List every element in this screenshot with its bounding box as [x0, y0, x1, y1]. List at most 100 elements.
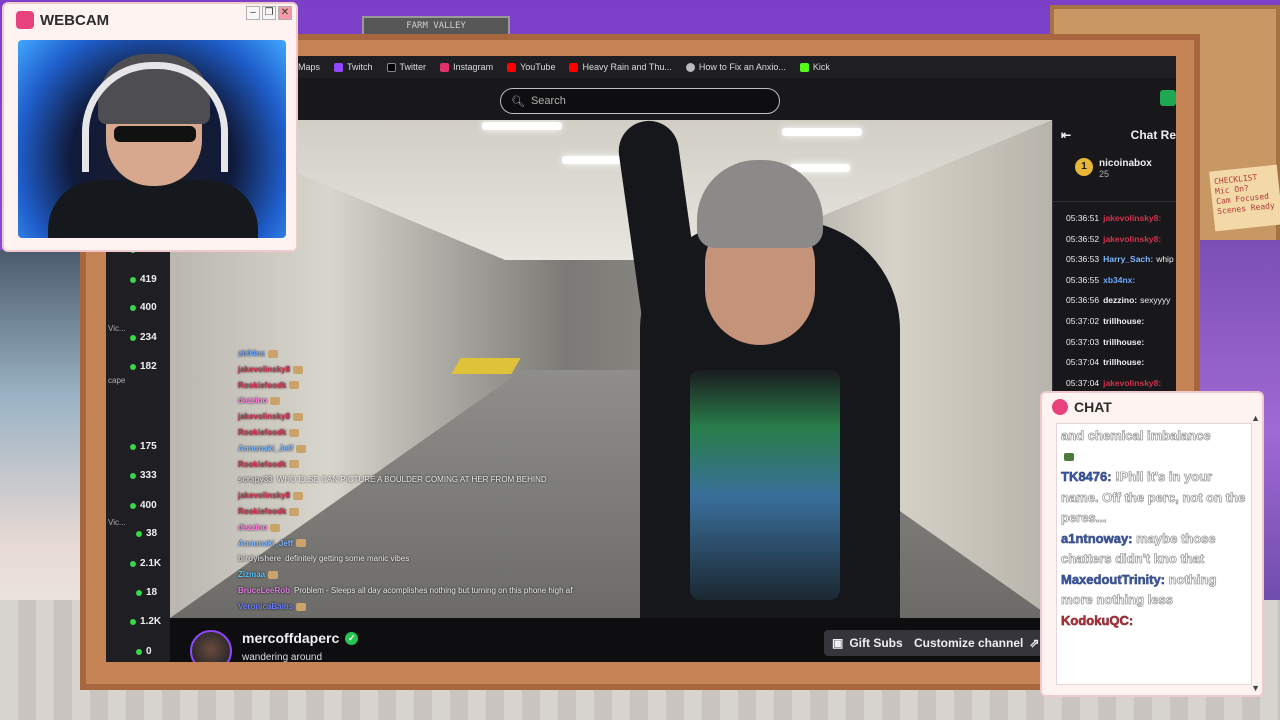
bookmark-kick[interactable]: Kick — [799, 62, 830, 72]
message-text: sexyyyy — [1140, 295, 1171, 306]
channel-label: Vic... — [108, 518, 126, 527]
bookmark-twitch[interactable]: Twitch — [334, 62, 373, 72]
video-player[interactable]: zb04nc jakevolinsky8 Rookiefoodk dezzino jak… — [170, 120, 1052, 618]
x-icon — [386, 62, 396, 72]
chat-overlay-line: a1ntnoway: maybe those chatters didn't k… — [1061, 529, 1247, 570]
youtube-icon — [507, 62, 517, 72]
chat-message[interactable]: 05:36:56 dezzino: sexyyyy — [1053, 290, 1176, 311]
chat-message[interactable]: 05:37:04 trillhouse: — [1053, 352, 1176, 373]
overlay-chat-line: Annunaki_Jeff — [238, 536, 658, 552]
chat-message[interactable]: 05:36:51 jakevolinsky8: — [1053, 208, 1176, 229]
ceiling-light — [482, 122, 562, 130]
overlay-chat-line: VeronicaBains — [238, 599, 658, 615]
gift-subs-button[interactable]: ▣ Gift Subs — [824, 630, 911, 656]
scroll-up-icon[interactable]: ▲ — [1251, 413, 1260, 423]
message-username[interactable]: dezzino: — [1103, 295, 1137, 305]
viewer-count[interactable]: 38 — [136, 528, 157, 539]
scroll-down-icon[interactable]: ▼ — [1251, 683, 1260, 693]
message-username[interactable]: jakevolinsky8: — [1103, 213, 1161, 223]
bookmark-heavy-rain[interactable]: Heavy Rain and Thu... — [569, 62, 672, 72]
chat-message[interactable]: 05:36:55 xb34nx: — [1053, 270, 1176, 291]
viewer-count[interactable]: 1.2K — [130, 616, 161, 627]
instagram-icon — [440, 62, 450, 72]
leaderboard-name: nicoinabox — [1099, 158, 1152, 169]
emote-icon — [268, 349, 279, 358]
chat-overlay-line: KodokuQC: — [1061, 611, 1247, 632]
message-username[interactable]: Harry_Sach: — [1103, 254, 1153, 264]
chat-message[interactable]: 05:36:53 Harry_Sach: whip — [1053, 249, 1176, 270]
twitch-icon — [334, 62, 344, 72]
overlay-chat-text: Problem - Sleeps all day acomplishes not… — [294, 585, 573, 595]
message-username[interactable]: jakevolinsky8: — [1103, 234, 1161, 244]
bookmark-instagram[interactable]: Instagram — [440, 62, 493, 72]
window-controls: – ❐ ✕ — [246, 6, 292, 20]
external-link-icon: ⇗ — [1029, 636, 1040, 650]
message-timestamp: 05:36:52 — [1066, 233, 1100, 244]
channel-name[interactable]: mercoffdaperc ✓ — [242, 630, 359, 646]
bookmark-maps[interactable]: Maps — [298, 62, 320, 72]
viewer-count[interactable]: 333 — [130, 470, 157, 481]
message-username[interactable]: trillhouse: — [1103, 337, 1144, 347]
message-timestamp: 05:36:53 — [1066, 254, 1100, 265]
viewer-count[interactable]: 18 — [136, 587, 157, 598]
emote-icon — [289, 460, 300, 469]
leaderboard-pinned[interactable]: 1 nicoinabox 25 — [1053, 150, 1176, 202]
viewer-count[interactable]: 400 — [130, 302, 157, 313]
message-username[interactable]: trillhouse: — [1103, 357, 1144, 367]
extension-icon[interactable] — [1160, 90, 1176, 106]
overlay-chat-username: dezzino — [238, 396, 268, 406]
viewer-count[interactable]: 0 — [136, 646, 152, 657]
overlay-chat-username: jakevolinsky8 — [238, 364, 291, 374]
minimize-button[interactable]: – — [246, 6, 260, 20]
search-input[interactable]: 🔍︎ Search — [500, 88, 780, 114]
chat-title: Chat Re — [1130, 128, 1176, 142]
viewer-count[interactable]: 2.1K — [130, 558, 161, 569]
overlay-chat-username: Annunaki_Jeff — [238, 443, 294, 453]
overlay-chat-line: jakevolinsky8 — [238, 362, 658, 378]
gift-icon: ▣ — [832, 636, 844, 650]
chat-message[interactable]: 05:36:52 jakevolinsky8: — [1053, 229, 1176, 250]
maximize-button[interactable]: ❐ — [262, 6, 276, 20]
overlay-chat-line: BruceLeeRob Problem - Sleeps all day acom… — [238, 583, 658, 599]
message-timestamp: 05:36:55 — [1066, 274, 1100, 285]
overlay-chat-line: dezzino — [238, 393, 658, 409]
viewer-count[interactable]: 182 — [130, 361, 157, 372]
message-username[interactable]: trillhouse: — [1103, 316, 1144, 326]
bookmark-anxiety[interactable]: How to Fix an Anxio... — [685, 62, 786, 72]
viewer-count[interactable]: 400 — [130, 500, 157, 511]
avatar[interactable] — [190, 630, 232, 662]
emote-icon — [270, 523, 281, 532]
viewer-count[interactable]: 234 — [130, 332, 157, 343]
viewer-count[interactable]: 419 — [130, 274, 157, 285]
emote-icon — [293, 413, 304, 422]
chat-overlay-messages: and chemical imbalance TK8476: !Phil it's… — [1056, 423, 1252, 685]
overlay-chat-line: Annunaki_Jeff — [238, 441, 658, 457]
kick-icon — [799, 62, 809, 72]
chat-message[interactable]: 05:37:02 trillhouse: — [1053, 311, 1176, 332]
overlay-chat-line: jakevolinsky8 — [238, 409, 658, 425]
viewer-count[interactable]: 175 — [130, 441, 157, 452]
chat-overlay-username: KodokuQC: — [1061, 612, 1134, 628]
message-username[interactable]: jakevolinsky8: — [1103, 378, 1161, 388]
overlay-chat-username: Zizmaa — [238, 570, 266, 580]
customize-channel-button[interactable]: Customize channel ⇗ — [906, 630, 1048, 656]
overlay-chat-username: scrapy33 — [238, 475, 273, 485]
message-timestamp: 05:37:03 — [1066, 336, 1100, 347]
bookmark-youtube[interactable]: YouTube — [507, 62, 555, 72]
chat-bubble-icon — [1052, 399, 1068, 415]
checklist-sticky-note: CHECKLIST Mic On? Cam Focused Scenes Rea… — [1209, 164, 1280, 232]
emote-icon — [293, 492, 304, 501]
emote-icon — [289, 381, 300, 390]
verified-icon: ✓ — [345, 631, 359, 645]
overlay-chat-line: Rookiefoodk — [238, 378, 658, 394]
overlay-chat-username: jakevolinsky8 — [238, 491, 291, 501]
bookmark-twitter[interactable]: Twitter — [386, 62, 426, 72]
chat-overlay-window: CHAT ▲ ▼ and chemical imbalance TK8476: !… — [1040, 391, 1264, 697]
video-ceiling — [170, 120, 1052, 260]
close-button[interactable]: ✕ — [278, 6, 292, 20]
collapse-chat-icon[interactable]: ⇤ — [1061, 128, 1071, 142]
message-username[interactable]: xb34nx: — [1103, 275, 1135, 285]
overlay-chat-line: Rookiefoodk — [238, 425, 658, 441]
message-timestamp: 05:37:04 — [1066, 357, 1100, 368]
chat-message[interactable]: 05:37:03 trillhouse: — [1053, 332, 1176, 353]
